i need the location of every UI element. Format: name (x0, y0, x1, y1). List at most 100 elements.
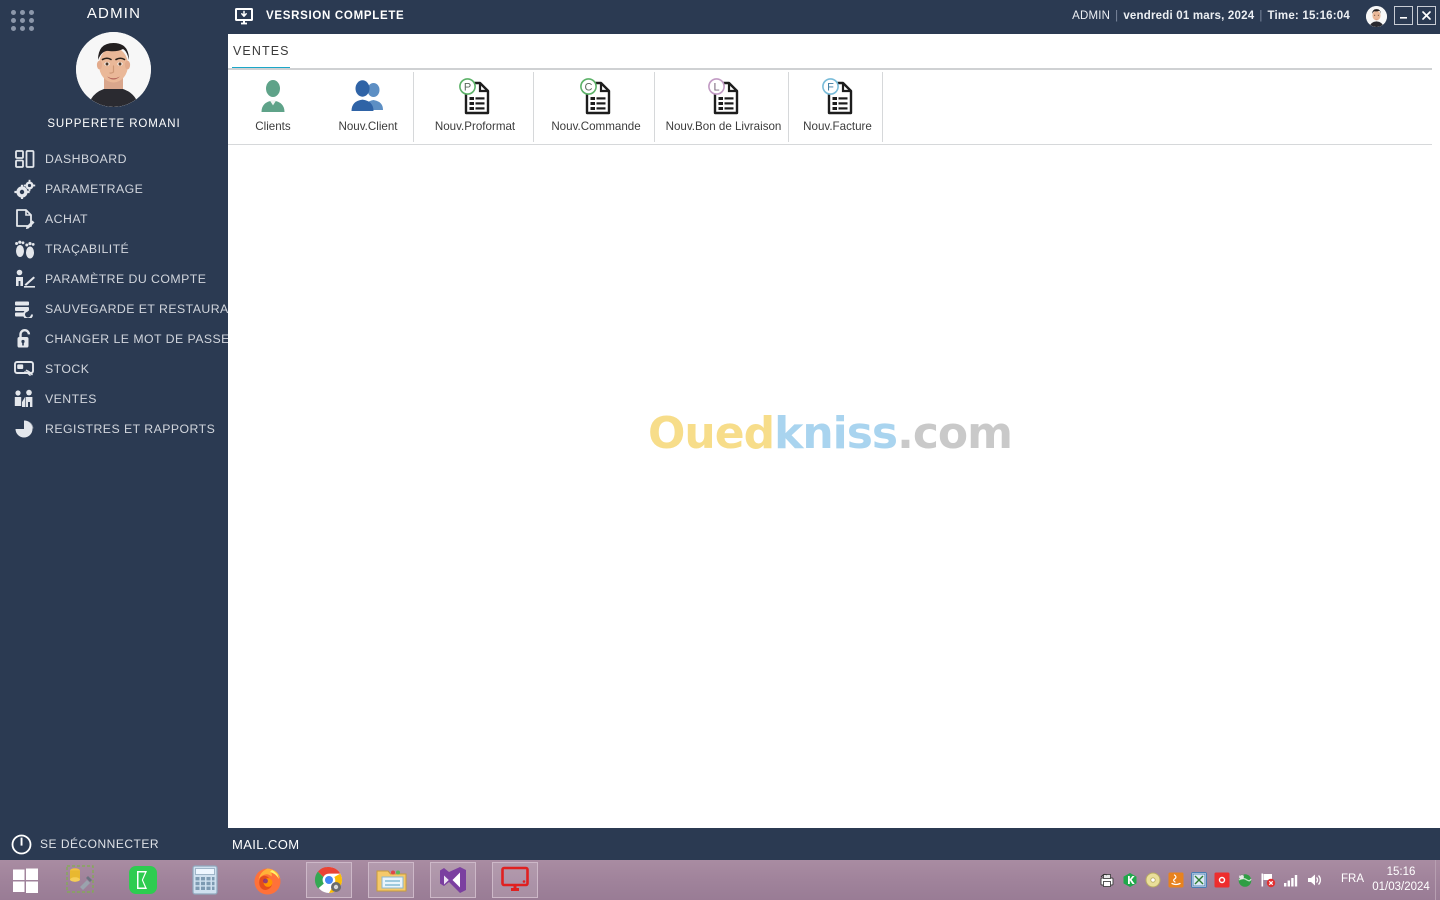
people-chart-icon (10, 387, 40, 411)
excel-icon[interactable] (1191, 872, 1207, 888)
ribbon-divider (882, 72, 883, 142)
calculator-icon[interactable] (182, 862, 228, 898)
ribbon-badge-letter: L (713, 81, 719, 93)
disc-icon[interactable] (1145, 872, 1161, 888)
network-icon[interactable] (1283, 872, 1299, 888)
ribbon-divider (413, 72, 414, 142)
chrome-icon[interactable] (306, 862, 352, 898)
tab-ventes[interactable]: VENTES (233, 44, 290, 58)
watermark-part-1: Oued (648, 408, 775, 459)
sidebar-item-sauvegarde-restauration[interactable]: SAUVEGARDE ET RESTAURATION (0, 294, 259, 324)
ribbon-divider (788, 72, 789, 142)
ribbon-button-nouv-facture[interactable]: F Nouv.Facture (791, 70, 884, 144)
sidebar-item-label: STOCK (45, 362, 90, 376)
printer-icon[interactable] (1099, 872, 1115, 888)
sidebar-item-changer-mot-de-passe[interactable]: CHANGER LE MOT DE PASSE (0, 324, 230, 354)
sidebar-item-achat[interactable]: ACHAT (0, 204, 228, 234)
ribbon-button-label: Nouv.Proformat (434, 120, 516, 133)
single-person-icon (256, 76, 290, 118)
green-b-icon[interactable] (120, 862, 166, 898)
sidebar-item-dashboard[interactable]: DASHBOARD (0, 144, 228, 174)
status-bar: MAIL.COM (228, 828, 1440, 860)
ribbon-base-rule (228, 144, 1432, 145)
ribbon-toolbar: Clients Nouv.Client P Nouv.Proformat C N… (228, 70, 1440, 144)
logout-button[interactable]: SE DÉCONNECTER (8, 832, 159, 856)
sidebar-item-registres-rapports[interactable]: REGISTRES ET RAPPORTS (0, 414, 228, 444)
title-bar: VESRSION COMPLETE ADMIN | vendredi 01 mars… (228, 0, 1440, 34)
logout-label: SE DÉCONNECTER (40, 837, 160, 851)
record-icon[interactable] (1214, 872, 1230, 888)
sidebar-item-label: ACHAT (45, 212, 89, 226)
java-icon[interactable] (1168, 872, 1184, 888)
sidebar-item-label: DASHBOARD (45, 152, 127, 166)
start-button[interactable] (2, 862, 48, 898)
ribbon-badge-letter: P (464, 81, 471, 93)
sidebar-item-label: REGISTRES ET RAPPORTS (45, 422, 216, 436)
footprints-icon (10, 237, 40, 261)
minimize-icon[interactable] (1394, 6, 1413, 25)
ribbon-button-nouv-client[interactable]: Nouv.Client (322, 70, 414, 144)
sidebar-item-label: PARAMÈTRE DU COMPTE (45, 272, 207, 286)
header-avatar[interactable] (1366, 6, 1387, 27)
kaspersky-icon[interactable] (1122, 872, 1138, 888)
ribbon-button-label: Clients (255, 120, 291, 133)
sidebar-item-label: SAUVEGARDE ET RESTAURATION (45, 302, 259, 316)
power-icon (8, 832, 34, 856)
ribbon-button-nouv-bon-de-livraison[interactable]: L Nouv.Bon de Livraison (657, 70, 790, 144)
visual-studio-icon[interactable] (430, 862, 476, 898)
show-desktop-button[interactable] (1435, 860, 1440, 900)
gears-icon (10, 177, 40, 201)
header-time: Time: 15:16:04 (1267, 10, 1350, 22)
taskbar: FRA 15:16 01/03/2024 (0, 860, 1440, 900)
tab-strip: VENTES (228, 34, 1440, 70)
sidebar-item-stock[interactable]: STOCK (0, 354, 228, 384)
sidebar-admin-title: ADMIN (86, 5, 142, 22)
ribbon-button-nouv-commande[interactable]: C Nouv.Commande (536, 70, 656, 144)
ribbon-badge-letter: F (827, 81, 834, 93)
sidebar-item-parametre-du-compte[interactable]: PARAMÈTRE DU COMPTE (0, 264, 228, 294)
document-icon: P (454, 76, 496, 118)
document-icon: C (575, 76, 617, 118)
watermark: Ouedkniss.com (228, 408, 1432, 459)
main-content: VENTES Clients Nouv.Client P Nouv.Profor… (228, 34, 1440, 828)
monitor-icon (232, 5, 256, 29)
sidebar-item-tracabilite[interactable]: TRAÇABILITÉ (0, 234, 228, 264)
flag-alert-icon[interactable] (1260, 872, 1276, 888)
status-bar-text: MAIL.COM (232, 837, 300, 852)
folder-icon[interactable] (368, 862, 414, 898)
ribbon-divider (654, 72, 655, 142)
watermark-part-3: .com (897, 408, 1013, 459)
two-people-icon (348, 76, 388, 118)
ribbon-button-label: Nouv.Commande (551, 120, 641, 133)
ribbon-button-label: Nouv.Bon de Livraison (665, 120, 782, 133)
sidebar-item-label: CHANGER LE MOT DE PASSE (45, 332, 230, 346)
app-title: VESRSION COMPLETE (266, 10, 405, 22)
profile-name: SUPPERETE ROMANI (47, 118, 181, 130)
volume-icon[interactable] (1306, 872, 1322, 888)
ribbon-badge-letter: C (585, 81, 593, 93)
person-desk-icon (10, 267, 40, 291)
close-icon[interactable] (1417, 6, 1436, 25)
firefox-icon[interactable] (244, 862, 290, 898)
document-icon: F (817, 76, 859, 118)
sidebar: ADMIN SUPPERETE ROMANI DASHBOARD PARAMET… (0, 0, 259, 860)
globe-icon[interactable] (1237, 872, 1253, 888)
sidebar-item-ventes[interactable]: VENTES (0, 384, 228, 414)
ribbon-button-nouv-proformat[interactable]: P Nouv.Proformat (416, 70, 534, 144)
document-icon: L (703, 76, 745, 118)
watermark-part-2: kniss (774, 408, 898, 459)
sidebar-item-parametrage[interactable]: PARAMETRAGE (0, 174, 228, 204)
unlock-icon (10, 327, 40, 351)
monitor-red-icon[interactable] (492, 862, 538, 898)
header-username: ADMIN (1072, 10, 1111, 22)
ribbon-button-clients[interactable]: Clients (234, 70, 312, 144)
pie-chart-icon (10, 417, 40, 441)
sep: | (1115, 10, 1119, 22)
sidebar-item-label: PARAMETRAGE (45, 182, 144, 196)
header-date: vendredi 01 mars, 2024 (1123, 10, 1255, 22)
clock[interactable]: 15:16 01/03/2024 (1368, 865, 1434, 895)
ribbon-divider (533, 72, 534, 142)
database-tools-icon[interactable] (58, 862, 104, 898)
document-pen-icon (10, 207, 40, 231)
language-indicator[interactable]: FRA (1341, 873, 1364, 885)
